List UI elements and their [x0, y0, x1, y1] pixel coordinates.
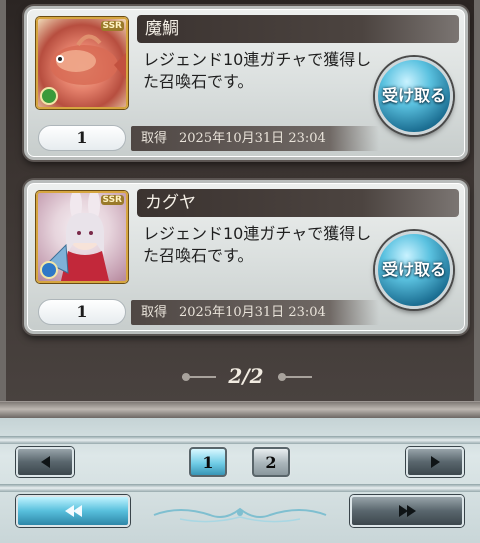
acquired-date-bar: 取得 2025年10月31日 23:04 — [131, 126, 379, 151]
element-wind-icon — [40, 87, 58, 105]
first-page-button[interactable] — [16, 495, 130, 527]
acquired-date: 2025年10月31日 23:04 — [179, 131, 326, 146]
receive-button[interactable]: 受け取る — [375, 231, 453, 309]
element-water-icon — [40, 261, 58, 279]
rarity-badge: SSR — [100, 195, 124, 205]
ornament-flourish-icon — [153, 507, 327, 523]
acquired-date-bar: 取得 2025年10月31日 23:04 — [131, 300, 379, 325]
divider — [0, 484, 480, 492]
acquired-date: 2025年10月31日 23:04 — [179, 305, 326, 320]
rarity-badge: SSR — [100, 21, 124, 31]
acquired-label: 取得 — [141, 305, 168, 320]
item-description: レジェンド10連ガチャで獲得した召喚石です。 — [143, 224, 372, 265]
gift-card-kaguya: SSR カグヤ レジェンド10連ガチャで獲得した召喚石です。 1 取得 2025年… — [24, 180, 468, 334]
gift-list-panel: SSR 魔鯛 レジェンド10連ガチャで獲得した召喚石です。 1 取得 2025年1… — [0, 0, 480, 418]
item-description: レジェンド10連ガチャで獲得した召喚石です。 — [143, 50, 372, 91]
acquired-label: 取得 — [141, 131, 168, 146]
item-quantity: 1 — [38, 299, 126, 325]
triangle-left-icon — [40, 456, 50, 468]
triangle-right-icon — [430, 456, 440, 468]
last-page-button[interactable] — [350, 495, 464, 527]
receive-button[interactable]: 受け取る — [375, 57, 453, 135]
prev-page-button[interactable] — [16, 447, 74, 477]
summon-portrait-kaguya: SSR — [36, 191, 128, 283]
page-button-2[interactable]: 2 — [252, 447, 290, 477]
summon-portrait-madai: SSR — [36, 17, 128, 109]
page-button-1[interactable]: 1 — [189, 447, 227, 477]
next-page-button[interactable] — [406, 447, 464, 477]
item-quantity: 1 — [38, 125, 126, 151]
page-indicator: 2/2 — [228, 364, 264, 388]
item-name: カグヤ — [137, 189, 459, 217]
item-name: 魔鯛 — [137, 15, 459, 43]
pager-ornament-right — [278, 373, 312, 381]
divider — [0, 436, 480, 444]
gift-card-madai: SSR 魔鯛 レジェンド10連ガチャで獲得した召喚石です。 1 取得 2025年1… — [24, 6, 468, 160]
